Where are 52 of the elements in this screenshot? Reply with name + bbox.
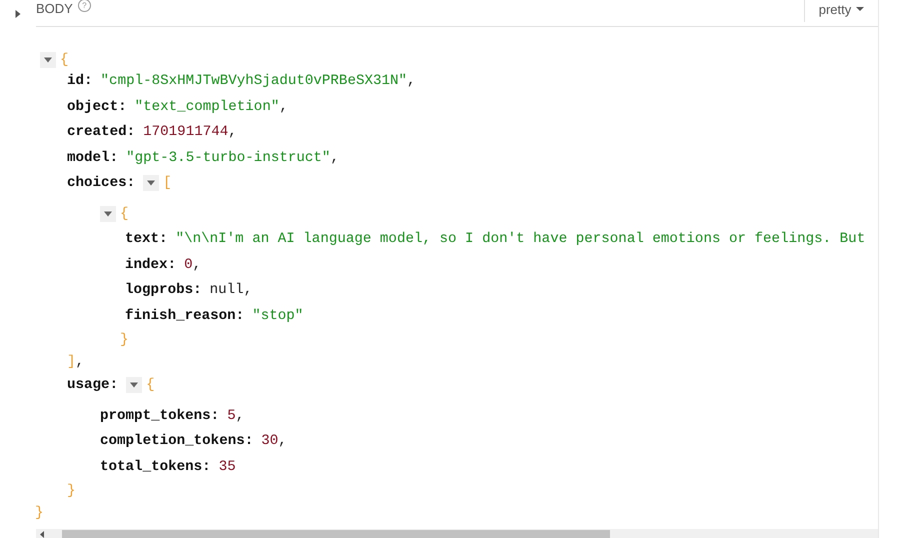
close-bracket: } — [35, 504, 44, 520]
json-key: created: — [67, 124, 136, 140]
close-bracket: ] — [67, 354, 76, 370]
json-value: 0 — [184, 256, 193, 273]
open-bracket: { — [146, 377, 155, 394]
comma: , — [236, 408, 244, 424]
json-key: choices: — [67, 175, 136, 192]
toggle-button[interactable] — [126, 377, 142, 394]
json-value: "text_completion" — [134, 98, 280, 115]
open-bracket: [ — [163, 175, 172, 192]
json-value: "gpt-3.5-turbo-instruct" — [126, 150, 330, 166]
comma: , — [228, 124, 237, 140]
json-value: "\n\nI'm an AI language model, so I don't have personal emotions or feelings. But — [176, 231, 866, 248]
caret-icon — [44, 56, 52, 64]
json-key: object: — [67, 98, 127, 115]
comma: , — [76, 354, 84, 370]
open-bracket: { — [120, 206, 129, 222]
scroll-left-icon[interactable] — [40, 531, 44, 538]
json-value: "cmpl-8SxHMJTwBVyhSjadut0vPRBeSX31N" — [100, 73, 408, 90]
comma: , — [278, 433, 287, 450]
json-key: logprobs: — [125, 282, 202, 298]
json-value: 30 — [261, 433, 278, 450]
json-key: model: — [67, 150, 118, 166]
json-value: 5 — [227, 408, 236, 424]
caret-icon — [130, 381, 138, 390]
comma: , — [407, 73, 416, 90]
toggle-button[interactable] — [143, 175, 160, 192]
json-key: text: — [125, 231, 168, 248]
comma: , — [192, 256, 202, 273]
comma: , — [330, 150, 339, 166]
caret-icon — [147, 179, 156, 188]
comma: , — [279, 98, 288, 115]
json-key: index: — [125, 256, 176, 273]
json-key: finish_reason: — [125, 308, 244, 324]
json-key: id: — [67, 73, 93, 90]
json-value: 35 — [218, 458, 236, 475]
json-key: prompt_tokens: — [100, 408, 220, 424]
close-bracket: } — [120, 332, 129, 348]
comma: , — [244, 282, 252, 298]
json-value: null — [210, 282, 244, 298]
close-bracket: } — [67, 482, 76, 498]
toggle-button[interactable] — [100, 206, 116, 222]
caret-icon — [104, 210, 112, 218]
json-key: total_tokens: — [100, 458, 211, 475]
json-key: completion_tokens: — [100, 433, 254, 450]
json-value: "stop" — [252, 308, 304, 324]
toggle-button[interactable] — [40, 52, 56, 68]
open-bracket: { — [60, 52, 69, 68]
expand-icon[interactable] — [14, 10, 22, 18]
section-title: BODY — [36, 0, 73, 16]
json-key: usage: — [67, 377, 118, 394]
json-value: 1701911744 — [143, 124, 228, 140]
